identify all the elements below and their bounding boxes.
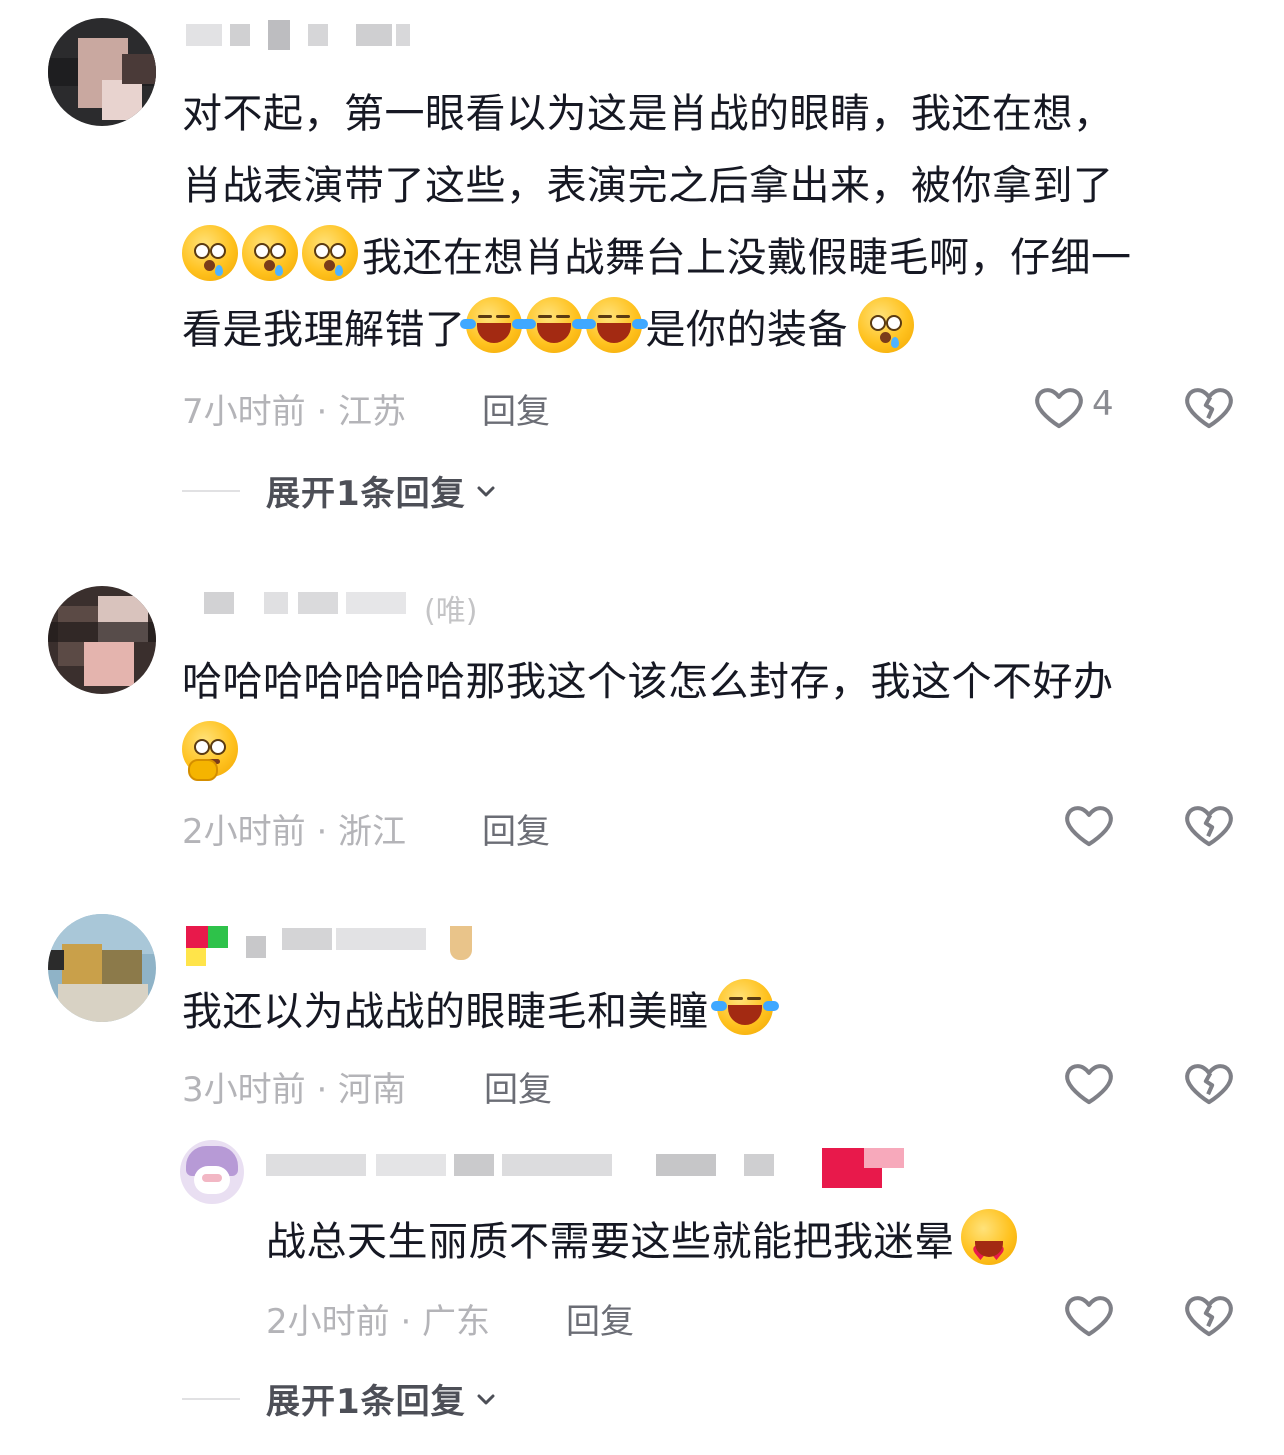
laughing-crying-emoji <box>519 297 588 353</box>
avatar[interactable] <box>48 586 156 694</box>
avatar[interactable] <box>48 914 156 1022</box>
reply-button[interactable]: 回复 <box>482 384 550 433</box>
expand-replies-label: 展开1条回复 <box>266 474 466 514</box>
laughing-crying-emoji <box>579 297 648 353</box>
username-redacted[interactable]: (唯) <box>186 586 506 629</box>
expand-replies-button[interactable]: 展开1条回复 <box>182 466 498 515</box>
comment-text-line: 看是我理解错了 <box>182 307 466 353</box>
comment-meta: 2小时前 · 广东 <box>266 1302 491 1342</box>
shocked-crying-emoji <box>242 225 298 281</box>
comment-text-line: 我还在想肖战舞台上没戴假睫毛啊，仔细一 <box>362 235 1132 281</box>
chevron-down-icon <box>477 486 495 496</box>
expand-replies-button[interactable]: 展开1条回复 <box>182 1374 498 1423</box>
comment-text-line: 肖战表演带了这些，表演完之后拿出来，被你拿到了 <box>182 163 1114 209</box>
reply-button[interactable]: 回复 <box>484 1062 552 1111</box>
avatar[interactable] <box>180 1140 244 1204</box>
comment-meta: 2小时前 · 浙江 <box>182 812 407 852</box>
shocked-crying-emoji <box>182 225 238 281</box>
username-redacted[interactable] <box>266 1148 906 1188</box>
heart-outline-icon[interactable] <box>1062 1056 1116 1110</box>
comment-text-line: 战总天生丽质不需要这些就能把我迷晕 <box>266 1219 955 1265</box>
avatar[interactable] <box>48 18 156 126</box>
shocked-crying-emoji <box>858 297 914 353</box>
username-suffix: (唯) <box>424 594 478 629</box>
broken-heart-icon[interactable] <box>1182 1288 1236 1342</box>
laughing-crying-emoji <box>459 297 528 353</box>
expand-replies-label: 展开1条回复 <box>266 1382 466 1422</box>
shocked-crying-emoji <box>302 225 358 281</box>
username-redacted[interactable] <box>186 926 486 966</box>
comment-text-line: 是你的装备 <box>645 307 848 353</box>
comment-text-line: 我还以为战战的眼睫毛和美瞳 <box>182 989 709 1035</box>
reply-button[interactable]: 回复 <box>566 1294 634 1343</box>
username-redacted[interactable] <box>186 18 426 52</box>
broken-heart-icon[interactable] <box>1182 798 1236 852</box>
reply-button[interactable]: 回复 <box>482 804 550 853</box>
comment-text: 我还以为战战的眼睫毛和美瞳 <box>182 976 1242 1048</box>
comment-text-line: 对不起，第一眼看以为这是肖战的眼睛，我还在想， <box>182 91 1114 137</box>
comment-meta: 3小时前 · 河南 <box>182 1070 407 1110</box>
divider <box>182 489 240 492</box>
broken-heart-icon[interactable] <box>1182 1056 1236 1110</box>
broken-heart-icon[interactable] <box>1182 380 1236 434</box>
comment-text: 对不起，第一眼看以为这是肖战的眼睛，我还在想， 肖战表演带了这些，表演完之后拿出… <box>182 78 1242 366</box>
laughing-crying-emoji <box>710 979 779 1035</box>
heart-outline-icon[interactable] <box>1062 798 1116 852</box>
comment-text: 战总天生丽质不需要这些就能把我迷晕 <box>266 1206 1246 1289</box>
chevron-down-icon <box>477 1394 495 1404</box>
heart-outline-icon[interactable] <box>1062 1288 1116 1342</box>
heart-outline-icon[interactable] <box>1032 380 1086 434</box>
comment-text: 哈哈哈哈哈哈哈那我这个该怎么封存，我这个不好办 <box>182 646 1242 790</box>
comment-text-line: 哈哈哈哈哈哈哈那我这个该怎么封存，我这个不好办 <box>182 659 1114 705</box>
like-count: 4 <box>1092 384 1114 424</box>
comment-meta: 7小时前 · 江苏 <box>182 392 407 432</box>
divider <box>182 1397 240 1400</box>
thinking-emoji <box>182 721 238 781</box>
heart-eyes-emoji <box>960 1209 1017 1289</box>
